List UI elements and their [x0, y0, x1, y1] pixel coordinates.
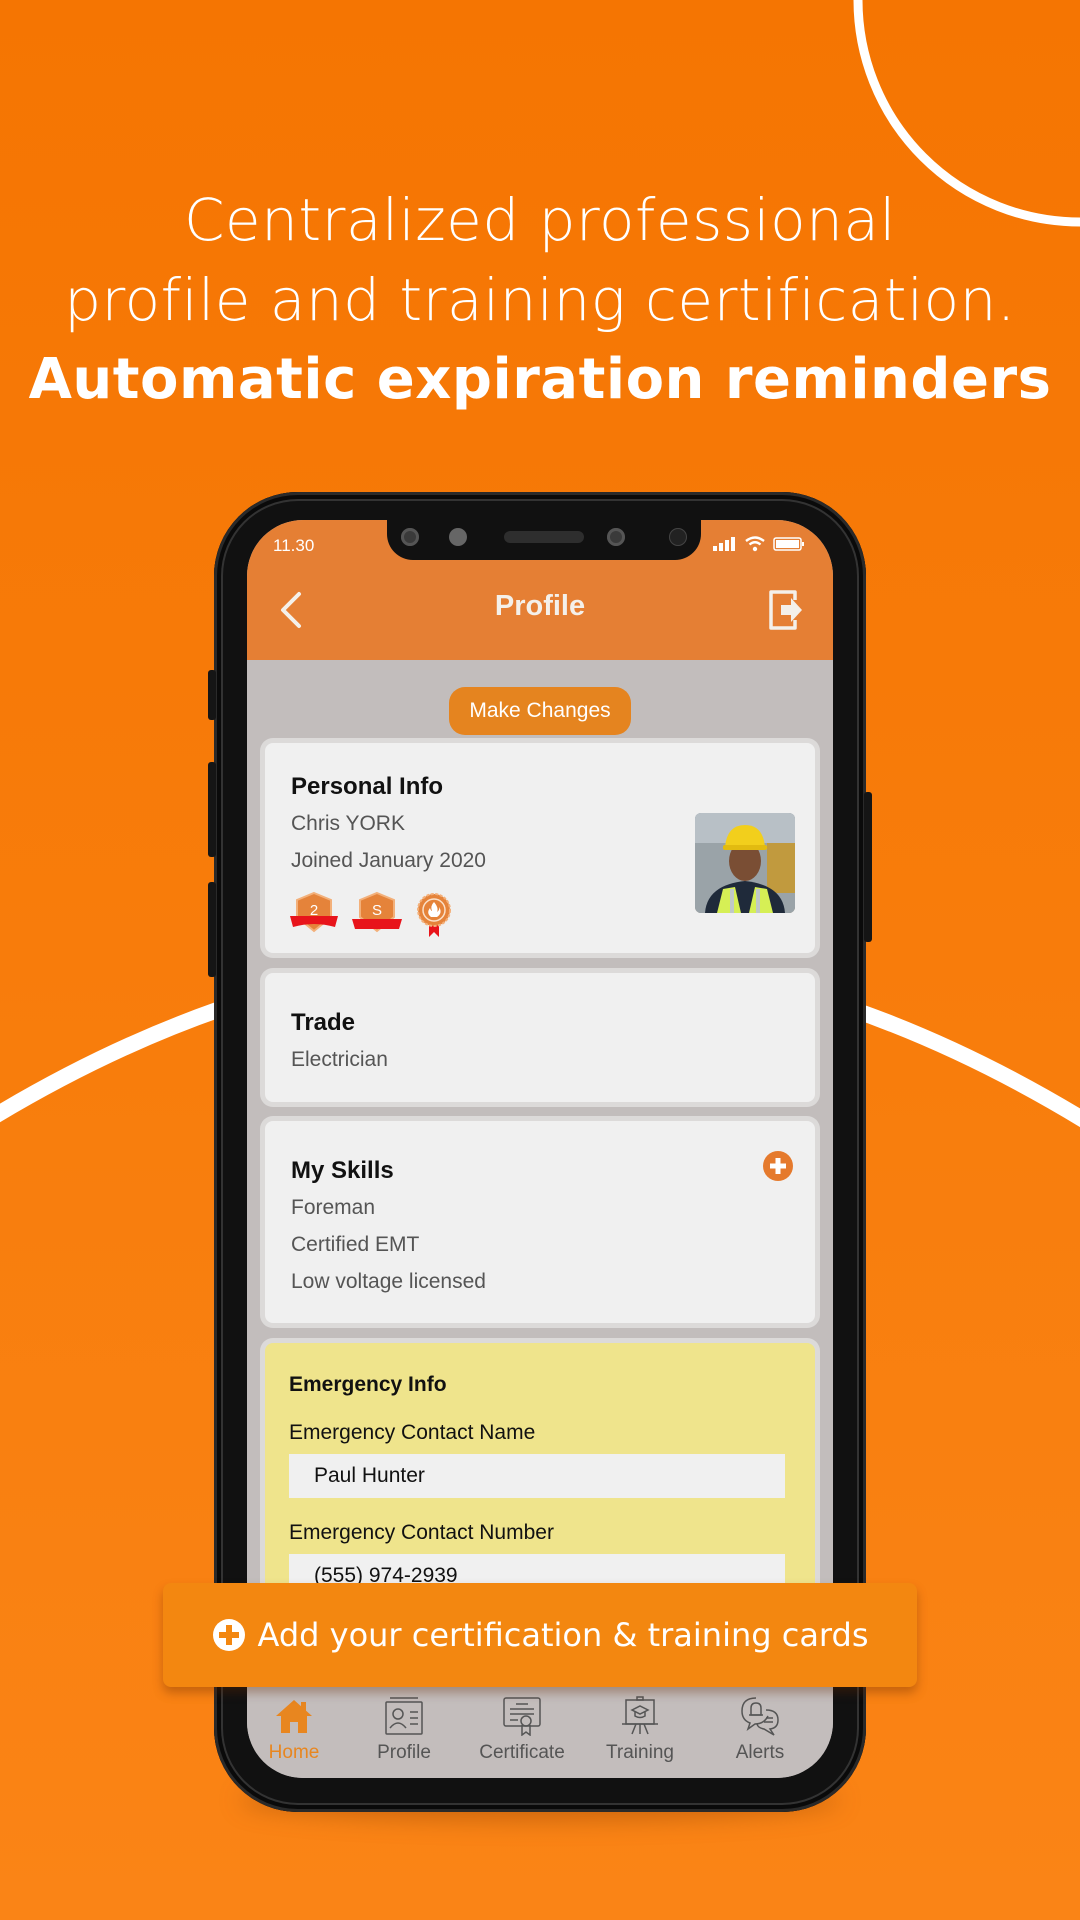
emergency-contact-name-label: Emergency Contact Name — [289, 1421, 536, 1444]
status-time: 11.30 — [273, 536, 315, 555]
phone-volume-up — [208, 762, 216, 857]
phone-side-button — [208, 670, 216, 720]
home-icon — [276, 1700, 312, 1733]
skills-card: My Skills Foreman Certified EMT Low volt… — [265, 1121, 815, 1323]
tab-training[interactable]: Training — [585, 1690, 695, 1778]
tab-label: Alerts — [735, 1742, 785, 1763]
battery-icon — [773, 537, 804, 551]
bottom-tab-bar: Home Profile Certificate Training Alerts — [247, 1690, 833, 1778]
emergency-info-title: Emergency Info — [289, 1373, 447, 1396]
tab-alerts[interactable]: Alerts — [705, 1690, 815, 1778]
training-board-icon — [622, 1696, 658, 1735]
id-card-icon — [385, 1697, 423, 1735]
tab-label: Certificate — [479, 1742, 565, 1763]
trade-value: Electrician — [291, 1048, 388, 1071]
phone-volume-down — [208, 882, 216, 977]
worker-photo — [695, 813, 795, 913]
certificate-icon — [503, 1697, 541, 1736]
banner-label: Add your certification & training cards — [257, 1616, 869, 1654]
headline-line-3: Automatic expiration reminders — [28, 347, 1052, 412]
badge-level-2-icon: 2 — [290, 891, 338, 933]
svg-text:S: S — [372, 902, 382, 919]
add-skill-button[interactable] — [763, 1151, 793, 1181]
add-certification-banner-button[interactable]: Add your certification & training cards — [163, 1583, 917, 1687]
skill-item: Low voltage licensed — [291, 1270, 486, 1293]
page-title: Profile — [494, 590, 586, 622]
trade-title: Trade — [291, 1009, 356, 1036]
plus-circle-icon — [212, 1619, 245, 1651]
tab-certificate[interactable]: Certificate — [467, 1690, 577, 1778]
headline-line-1: Centralized professional — [183, 186, 897, 254]
plus-icon — [770, 1158, 786, 1174]
trade-card: Trade Electrician — [265, 973, 815, 1102]
logout-button[interactable] — [767, 588, 805, 632]
avatar[interactable] — [695, 813, 795, 913]
tab-label: Training — [606, 1742, 674, 1763]
headline: Centralized professional profile and tra… — [0, 180, 1080, 420]
signal-icon — [713, 537, 735, 551]
personal-info-card: Personal Info Chris YORK Joined January … — [265, 743, 815, 953]
personal-info-title: Personal Info — [291, 773, 444, 800]
tab-label: Profile — [377, 1742, 431, 1763]
tab-home[interactable]: Home — [247, 1690, 349, 1778]
emergency-contact-number-label: Emergency Contact Number — [289, 1521, 554, 1544]
wifi-icon — [745, 536, 765, 552]
emergency-contact-name-field[interactable]: Paul Hunter — [289, 1454, 785, 1498]
user-name: Chris YORK — [291, 812, 405, 835]
tab-label: Home — [268, 1742, 320, 1763]
phone-notch — [387, 520, 701, 560]
skill-item: Foreman — [291, 1196, 376, 1219]
headline-line-2: profile and training certification. — [64, 266, 1016, 334]
badge-flame-medal-icon — [417, 893, 451, 937]
skills-title: My Skills — [291, 1157, 394, 1184]
phone-power-button — [864, 792, 872, 942]
badge-s-icon: S — [352, 891, 402, 933]
tab-profile[interactable]: Profile — [349, 1690, 459, 1778]
logout-icon — [769, 590, 802, 630]
joined-date: Joined January 2020 — [291, 849, 486, 872]
alert-bell-chat-icon — [741, 1697, 779, 1736]
make-changes-button[interactable]: Make Changes — [449, 687, 631, 735]
skill-item: Certified EMT — [291, 1233, 420, 1256]
status-icons — [713, 536, 805, 552]
